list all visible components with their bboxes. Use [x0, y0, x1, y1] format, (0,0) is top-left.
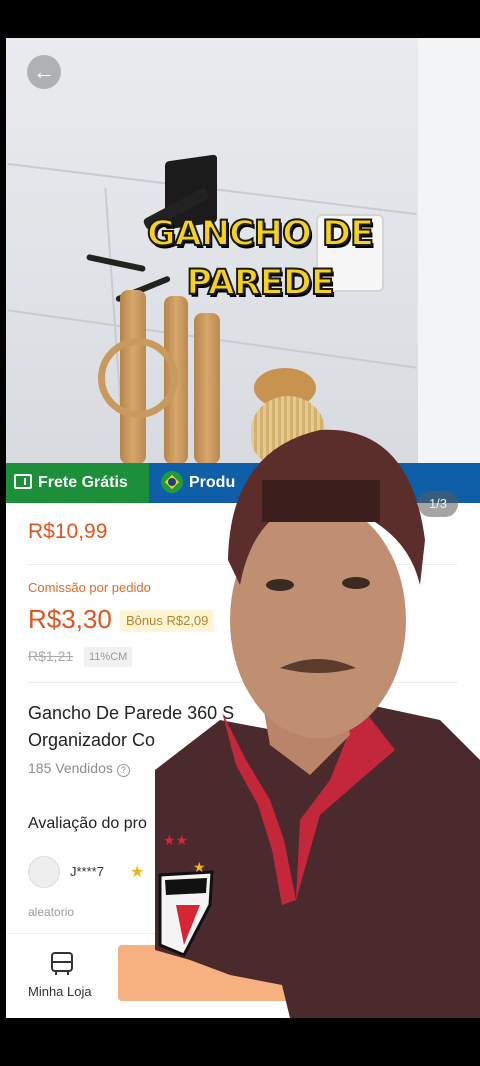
image-next-preview [418, 38, 480, 463]
old-commission-value: R$1,21 [28, 648, 74, 664]
cleaning-brush [251, 396, 325, 463]
commission-percent-badge: 11%CM [84, 647, 133, 667]
national-product-label: Produ [189, 474, 236, 491]
ticket-icon [14, 474, 32, 489]
product-title-line: Organizador Co [28, 730, 156, 750]
wooden-ring-utensil [98, 338, 178, 418]
arrow-left-icon: ← [33, 59, 55, 84]
reviewer-name: J****7 [70, 864, 104, 879]
promo-banner: Frete Grátis Produ [6, 463, 480, 503]
info-icon[interactable]: ? [116, 764, 130, 777]
product-screen: ← Frete Grátis Produ R$10,99 Comissão po… [6, 38, 480, 1018]
divider [28, 682, 458, 683]
hook-arm [86, 253, 146, 273]
product-price: R$10,99 [28, 520, 108, 543]
commission-value: R$3,30 [28, 604, 112, 634]
sold-count: 185 Vendidos? [28, 760, 130, 777]
commission-label: Comissão por pedido [28, 580, 151, 595]
reviews-heading[interactable]: Avaliação do pro [28, 815, 147, 833]
back-button[interactable]: ← [27, 55, 61, 89]
wooden-spatula [194, 313, 220, 463]
sold-count-text: 185 Vendidos [28, 760, 113, 776]
star-icon: ★ [130, 864, 145, 881]
free-shipping-label: Frete Grátis [38, 474, 128, 491]
my-store-label[interactable]: Minha Loja [28, 984, 92, 999]
image-counter: 1/3 [418, 491, 458, 517]
store-icon[interactable] [50, 951, 74, 977]
product-title-line: Gancho De Parede 360 S [28, 703, 235, 723]
promote-button[interactable] [118, 945, 318, 1001]
bottom-action-bar: Minha Loja [6, 933, 480, 1018]
brazil-flag-icon [161, 471, 183, 493]
bonus-badge: Bônus R$2,09 [120, 610, 215, 632]
divider [28, 564, 458, 565]
overlay-title: GANCHO DE PAREDE [146, 213, 375, 304]
reviewer-avatar [28, 856, 60, 888]
product-title: Gancho De Parede 360 S Organizador Co [28, 700, 458, 754]
free-shipping-badge: Frete Grátis [6, 463, 149, 503]
review-note: aleatorio [28, 905, 75, 919]
